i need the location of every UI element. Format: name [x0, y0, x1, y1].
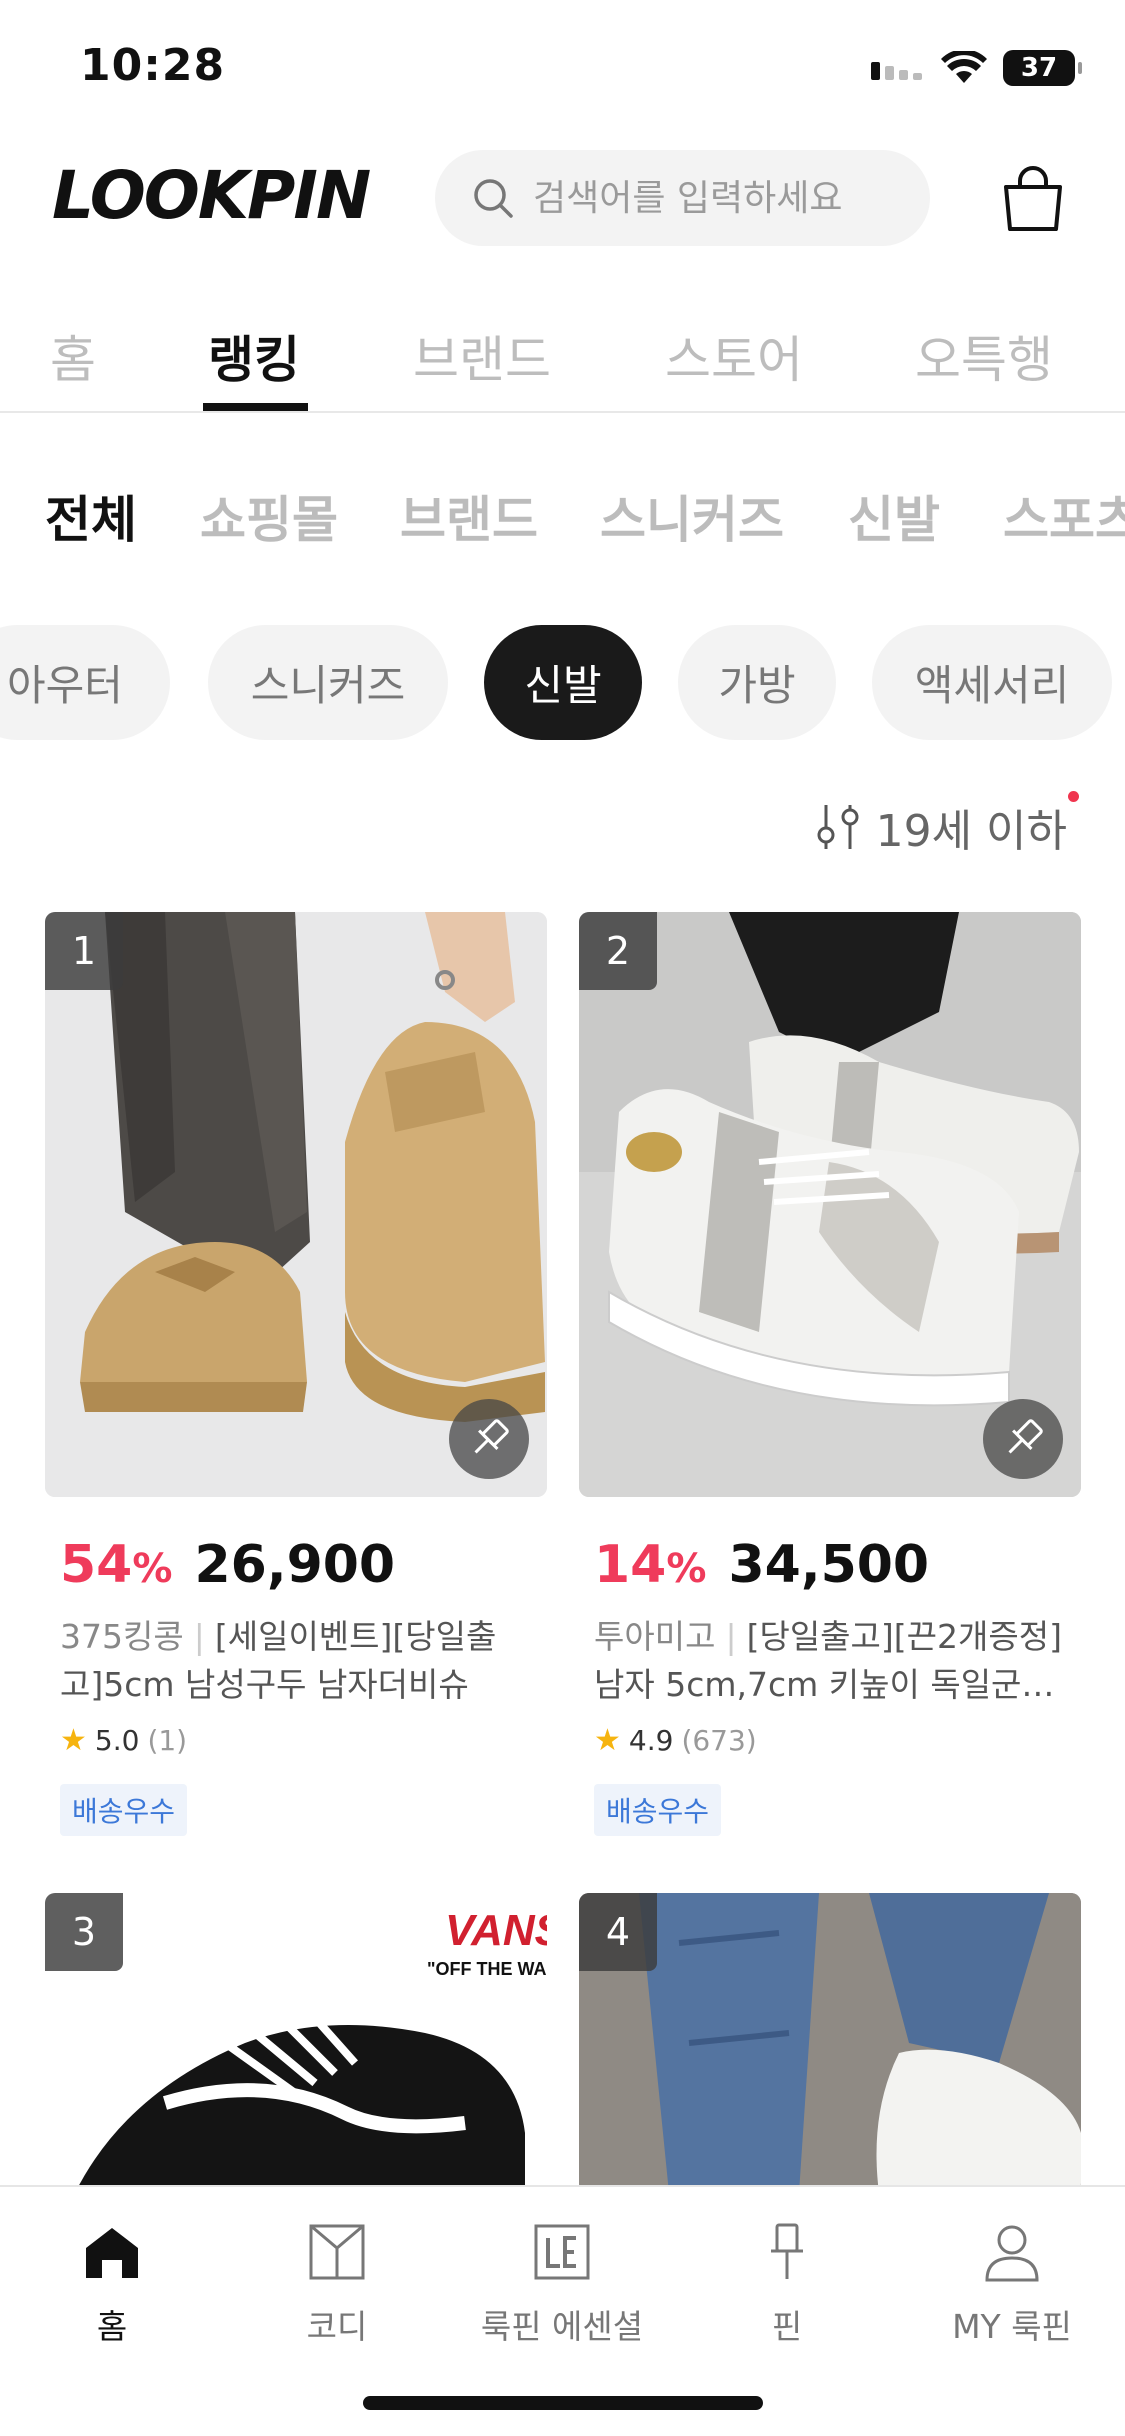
- signal-icon: [871, 62, 922, 80]
- price-row: 54% 26,900: [60, 1535, 547, 1595]
- tab-store[interactable]: 스토어: [665, 320, 803, 392]
- chip-shoes[interactable]: 신발: [484, 625, 642, 740]
- rank-badge: 4: [579, 1893, 657, 1971]
- pin-icon: [771, 2223, 803, 2279]
- age-filter-button[interactable]: 19세 이하: [814, 791, 1079, 859]
- product-image[interactable]: 1: [45, 912, 547, 1497]
- vans-slogan-text: "OFF THE WA: [427, 1959, 547, 1979]
- home-indicator: [363, 2396, 763, 2410]
- app-logo[interactable]: LOOKPIN: [52, 157, 371, 234]
- brand-name[interactable]: 375킹콩: [60, 1617, 184, 1656]
- subtab-shoppingmall[interactable]: 쇼핑몰: [200, 480, 338, 552]
- nav-coordi[interactable]: 코디: [237, 2212, 437, 2348]
- status-bar: 10:28 37: [0, 0, 1125, 135]
- nav-my[interactable]: MY 룩핀: [912, 2212, 1112, 2348]
- rank-badge: 3: [45, 1893, 123, 1971]
- shopping-bag-icon[interactable]: [1000, 165, 1066, 233]
- battery-level: 37: [1020, 53, 1058, 83]
- product-card[interactable]: 1 54% 26,900 375킹콩 | [세일이벤트][당일출고]5cm 남성…: [45, 912, 547, 1836]
- review-count: (1): [147, 1724, 188, 1757]
- price: 26,900: [194, 1535, 396, 1595]
- subtab-sneakers[interactable]: 스니커즈: [600, 480, 784, 552]
- pin-icon: [1008, 1419, 1043, 1454]
- nav-label: 룩핀 에센셜: [480, 2307, 644, 2346]
- profile-icon: [985, 2225, 1039, 2282]
- tab-special[interactable]: 오특행: [915, 320, 1053, 392]
- pin-icon: [474, 1419, 509, 1454]
- nav-home[interactable]: 홈: [12, 2212, 212, 2348]
- chip-bag[interactable]: 가방: [678, 625, 836, 740]
- active-tab-indicator: [203, 403, 308, 411]
- delivery-badge: 배송우수: [60, 1784, 188, 1836]
- price: 34,500: [728, 1535, 930, 1595]
- discount-rate: 54%: [60, 1535, 173, 1595]
- product-category-chips: 아우터 스니커즈 신발 가방 액세서리: [0, 625, 1125, 740]
- divider: |: [725, 1617, 737, 1656]
- tab-brand[interactable]: 브랜드: [413, 320, 551, 392]
- main-tab-bar: 홈 랭킹 브랜드 스토어 오특행: [0, 290, 1125, 413]
- price-row: 14% 34,500: [594, 1535, 1081, 1595]
- rating: ★ 4.9 (673): [594, 1723, 1081, 1758]
- filter-slider-icon: [817, 805, 859, 849]
- product-card[interactable]: 4: [579, 1893, 1081, 2193]
- product-image[interactable]: 2: [579, 912, 1081, 1497]
- new-indicator-dot: [1068, 791, 1079, 802]
- product-image[interactable]: 3 VANS "OFF THE WA: [45, 1893, 547, 2193]
- product-title: 375킹콩|[세일이벤트][당일출고]5cm 남성구두 남자더비슈즈…: [60, 1613, 530, 1709]
- filter-label: 19세 이하: [875, 806, 1067, 857]
- coordi-icon: [309, 2224, 365, 2280]
- rating-score: 5.0: [94, 1724, 140, 1757]
- status-icons: 37: [871, 50, 1082, 86]
- nav-essential[interactable]: 룩핀 에센셜: [462, 2212, 662, 2348]
- brand-name[interactable]: 투아미고: [594, 1617, 715, 1656]
- subtab-brand[interactable]: 브랜드: [400, 480, 538, 552]
- tab-ranking[interactable]: 랭킹: [208, 320, 300, 392]
- product-title: 투아미고 | [당일출고][끈2개증정] 남자 5cm,7cm 키높이 독일군…: [594, 1613, 1064, 1709]
- product-image[interactable]: 4: [579, 1893, 1081, 2193]
- home-icon: [86, 2228, 138, 2278]
- star-icon: ★: [60, 1723, 87, 1758]
- search-input[interactable]: [533, 177, 913, 219]
- ranking-category-tabs: 전체 쇼핑몰 브랜드 스니커즈 신발 스포츠: [0, 480, 1125, 560]
- nav-label: MY 룩핀: [952, 2307, 1072, 2346]
- nav-pin[interactable]: 핀: [687, 2212, 887, 2348]
- search-icon: [474, 179, 513, 218]
- vans-logo-text: VANS: [445, 1906, 547, 1955]
- chip-outer[interactable]: 아우터: [0, 625, 170, 740]
- chip-accessory[interactable]: 액세서리: [872, 625, 1112, 740]
- tab-home[interactable]: 홈: [50, 320, 96, 392]
- chip-sneakers[interactable]: 스니커즈: [208, 625, 448, 740]
- pin-button[interactable]: [449, 1399, 529, 1479]
- rating: ★ 5.0 (1): [60, 1723, 547, 1758]
- status-time: 10:28: [80, 40, 226, 91]
- pin-button[interactable]: [983, 1399, 1063, 1479]
- nav-label: 홈: [96, 2307, 128, 2346]
- subtab-all[interactable]: 전체: [45, 480, 137, 552]
- delivery-badge: 배송우수: [594, 1784, 722, 1836]
- subtab-shoes[interactable]: 신발: [848, 480, 940, 552]
- rank-badge: 2: [579, 912, 657, 990]
- nav-label: 핀: [771, 2307, 803, 2346]
- divider: |: [193, 1617, 205, 1656]
- discount-rate: 14%: [594, 1535, 707, 1595]
- search-bar[interactable]: [435, 150, 930, 246]
- subtab-sports[interactable]: 스포츠: [1003, 480, 1125, 552]
- wifi-icon: [941, 51, 987, 83]
- star-icon: ★: [594, 1723, 621, 1758]
- essential-icon: [534, 2224, 590, 2280]
- nav-label: 코디: [306, 2307, 368, 2346]
- app-header: LOOKPIN: [0, 135, 1125, 265]
- rank-badge: 1: [45, 912, 123, 990]
- product-card[interactable]: 2 14% 34,500 투아미고 | [당일출고][끈2개증정] 남자 5cm…: [579, 912, 1081, 1836]
- battery-icon: 37: [1003, 50, 1082, 86]
- product-card[interactable]: 3 VANS "OFF THE WA: [45, 1893, 547, 2193]
- rating-score: 4.9: [628, 1724, 674, 1757]
- review-count: (673): [681, 1724, 757, 1757]
